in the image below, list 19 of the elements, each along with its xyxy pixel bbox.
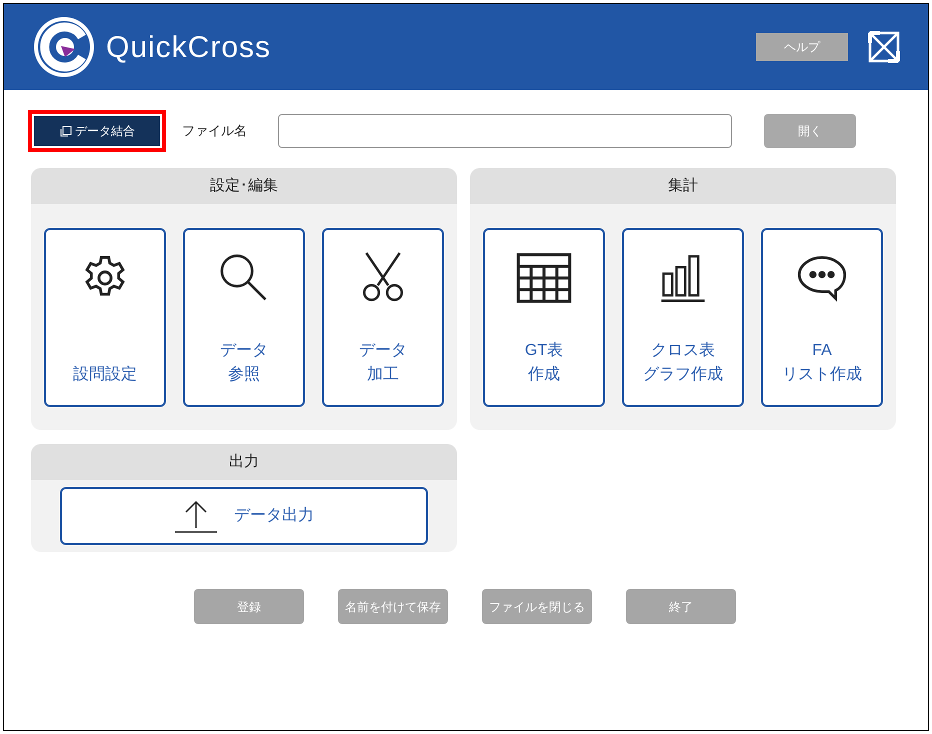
file-name-field[interactable] [278, 114, 732, 148]
tile-button[interactable]: データ 加工 [322, 228, 444, 407]
section-title: 集計 [470, 168, 896, 204]
upload-icon [174, 498, 218, 534]
tile-button[interactable]: クロス表 グラフ作成 [622, 228, 744, 407]
copy-icon [59, 124, 72, 138]
tile-button[interactable]: FA リスト作成 [761, 228, 883, 407]
logo-icon [32, 15, 96, 79]
section-title: 出力 [31, 444, 457, 480]
tile-button[interactable]: 設問設定 [44, 228, 166, 407]
tile-button[interactable]: GT表 作成 [483, 228, 605, 407]
file-name-label: ファイル名 [182, 122, 248, 140]
export-button[interactable]: データ出力 [60, 487, 428, 545]
merge-button[interactable]: データ結合 [34, 116, 160, 146]
section-title: 設定･編集 [31, 168, 457, 204]
tile-button[interactable]: データ 参照 [183, 228, 305, 407]
table-icon [516, 252, 572, 304]
expand-icon[interactable] [868, 31, 900, 63]
app-name: QuickCross [106, 30, 272, 66]
